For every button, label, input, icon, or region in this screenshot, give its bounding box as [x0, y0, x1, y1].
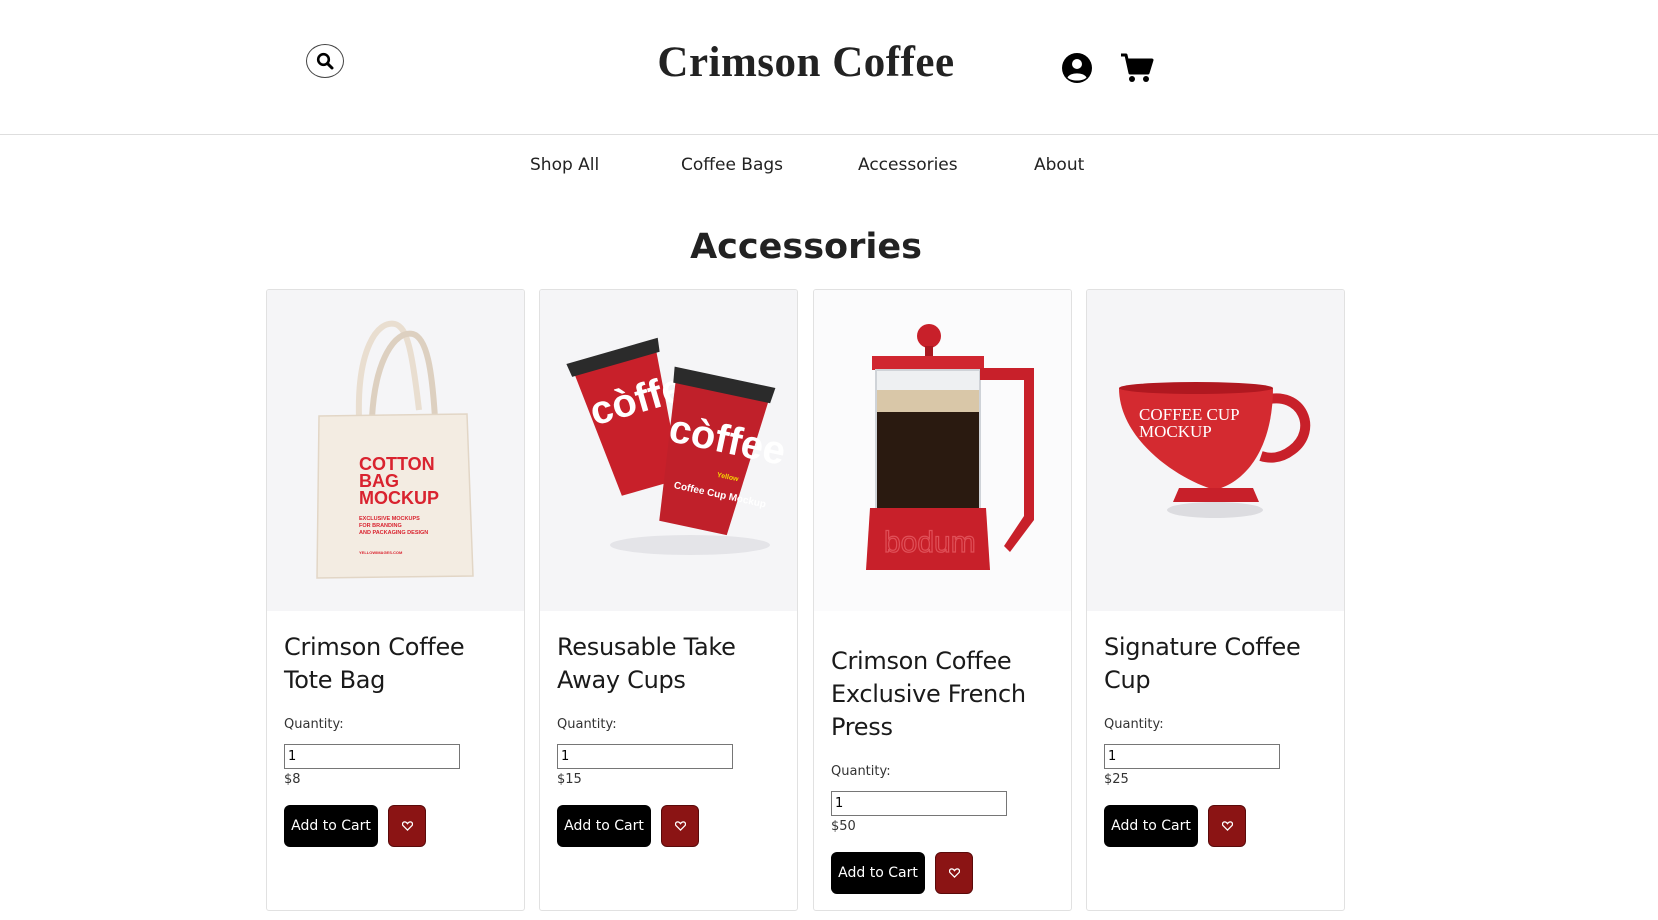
favorite-button[interactable] [1208, 805, 1246, 847]
heart-icon [948, 868, 960, 878]
heart-icon [1221, 821, 1233, 831]
heart-icon [674, 821, 686, 831]
quantity-label: Quantity: [284, 717, 344, 732]
shopping-cart-icon[interactable] [1120, 52, 1154, 84]
cup-line-2: MOCKUP [1139, 422, 1212, 441]
product-image[interactable]: COTTON BAG MOCKUP EXCLUSIVE MOCKUPS FOR … [267, 290, 524, 611]
product-price: $15 [557, 772, 582, 787]
product-card-tote-bag: COTTON BAG MOCKUP EXCLUSIVE MOCKUPS FOR … [266, 289, 525, 911]
add-to-cart-button[interactable]: Add to Cart [831, 852, 925, 894]
take-away-cups-image: còffee còffee Coffee Cup Mockup Yellow [566, 337, 790, 555]
tote-small-3: AND PACKAGING DESIGN [359, 530, 428, 536]
tote-footer: YELLOWIMAGES.COM [359, 550, 403, 555]
quantity-input[interactable] [831, 791, 1007, 816]
add-to-cart-button[interactable]: Add to Cart [557, 805, 651, 847]
press-word: bodum [884, 526, 976, 559]
product-card-coffee-cup: COFFEE CUP MOCKUP Signature Coffee Cup Q… [1086, 289, 1345, 911]
user-circle-icon[interactable] [1061, 52, 1093, 84]
heart-icon [401, 821, 413, 831]
site-logo[interactable]: Crimson Coffee [0, 38, 1612, 87]
product-name[interactable]: Crimson Coffee Exclusive French Press [831, 645, 1061, 744]
tote-bag-image: COTTON BAG MOCKUP EXCLUSIVE MOCKUPS FOR … [316, 320, 474, 579]
product-card-take-away-cups: còffee còffee Coffee Cup Mockup Yellow R… [539, 289, 798, 911]
nav-about[interactable]: About [1034, 155, 1084, 175]
tote-line-3: MOCKUP [359, 488, 439, 508]
quantity-label: Quantity: [1104, 717, 1164, 732]
product-name[interactable]: Signature Coffee Cup [1104, 631, 1334, 697]
main-nav: Shop All Coffee Bags Accessories About [0, 155, 1658, 183]
add-to-cart-button[interactable]: Add to Cart [1104, 805, 1198, 847]
product-name[interactable]: Resusable Take Away Cups [557, 631, 787, 697]
product-price: $25 [1104, 772, 1129, 787]
nav-accessories[interactable]: Accessories [858, 155, 958, 175]
tote-small-2: FOR BRANDING [359, 523, 402, 529]
quantity-label: Quantity: [557, 717, 617, 732]
favorite-button[interactable] [935, 852, 973, 894]
favorite-button[interactable] [388, 805, 426, 847]
quantity-label: Quantity: [831, 764, 891, 779]
product-image[interactable]: bodum [814, 290, 1071, 611]
french-press-image: bodum [866, 324, 1034, 570]
tote-small-1: EXCLUSIVE MOCKUPS [359, 516, 420, 522]
product-image[interactable]: COFFEE CUP MOCKUP [1087, 290, 1344, 611]
product-name[interactable]: Crimson Coffee Tote Bag [284, 631, 514, 697]
page-title: Accessories [690, 227, 922, 267]
quantity-input[interactable] [284, 744, 460, 769]
product-card-french-press: bodum Crimson Coffee Exclusive French Pr… [813, 289, 1072, 911]
nav-coffee-bags[interactable]: Coffee Bags [681, 155, 783, 175]
product-price: $8 [284, 772, 301, 787]
quantity-input[interactable] [557, 744, 733, 769]
site-header: Crimson Coffee [0, 0, 1658, 135]
quantity-input[interactable] [1104, 744, 1280, 769]
product-image[interactable]: còffee còffee Coffee Cup Mockup Yellow [540, 290, 797, 611]
product-price: $50 [831, 819, 856, 834]
favorite-button[interactable] [661, 805, 699, 847]
nav-shop-all[interactable]: Shop All [530, 155, 599, 175]
coffee-cup-image: COFFEE CUP MOCKUP [1119, 382, 1311, 518]
add-to-cart-button[interactable]: Add to Cart [284, 805, 378, 847]
